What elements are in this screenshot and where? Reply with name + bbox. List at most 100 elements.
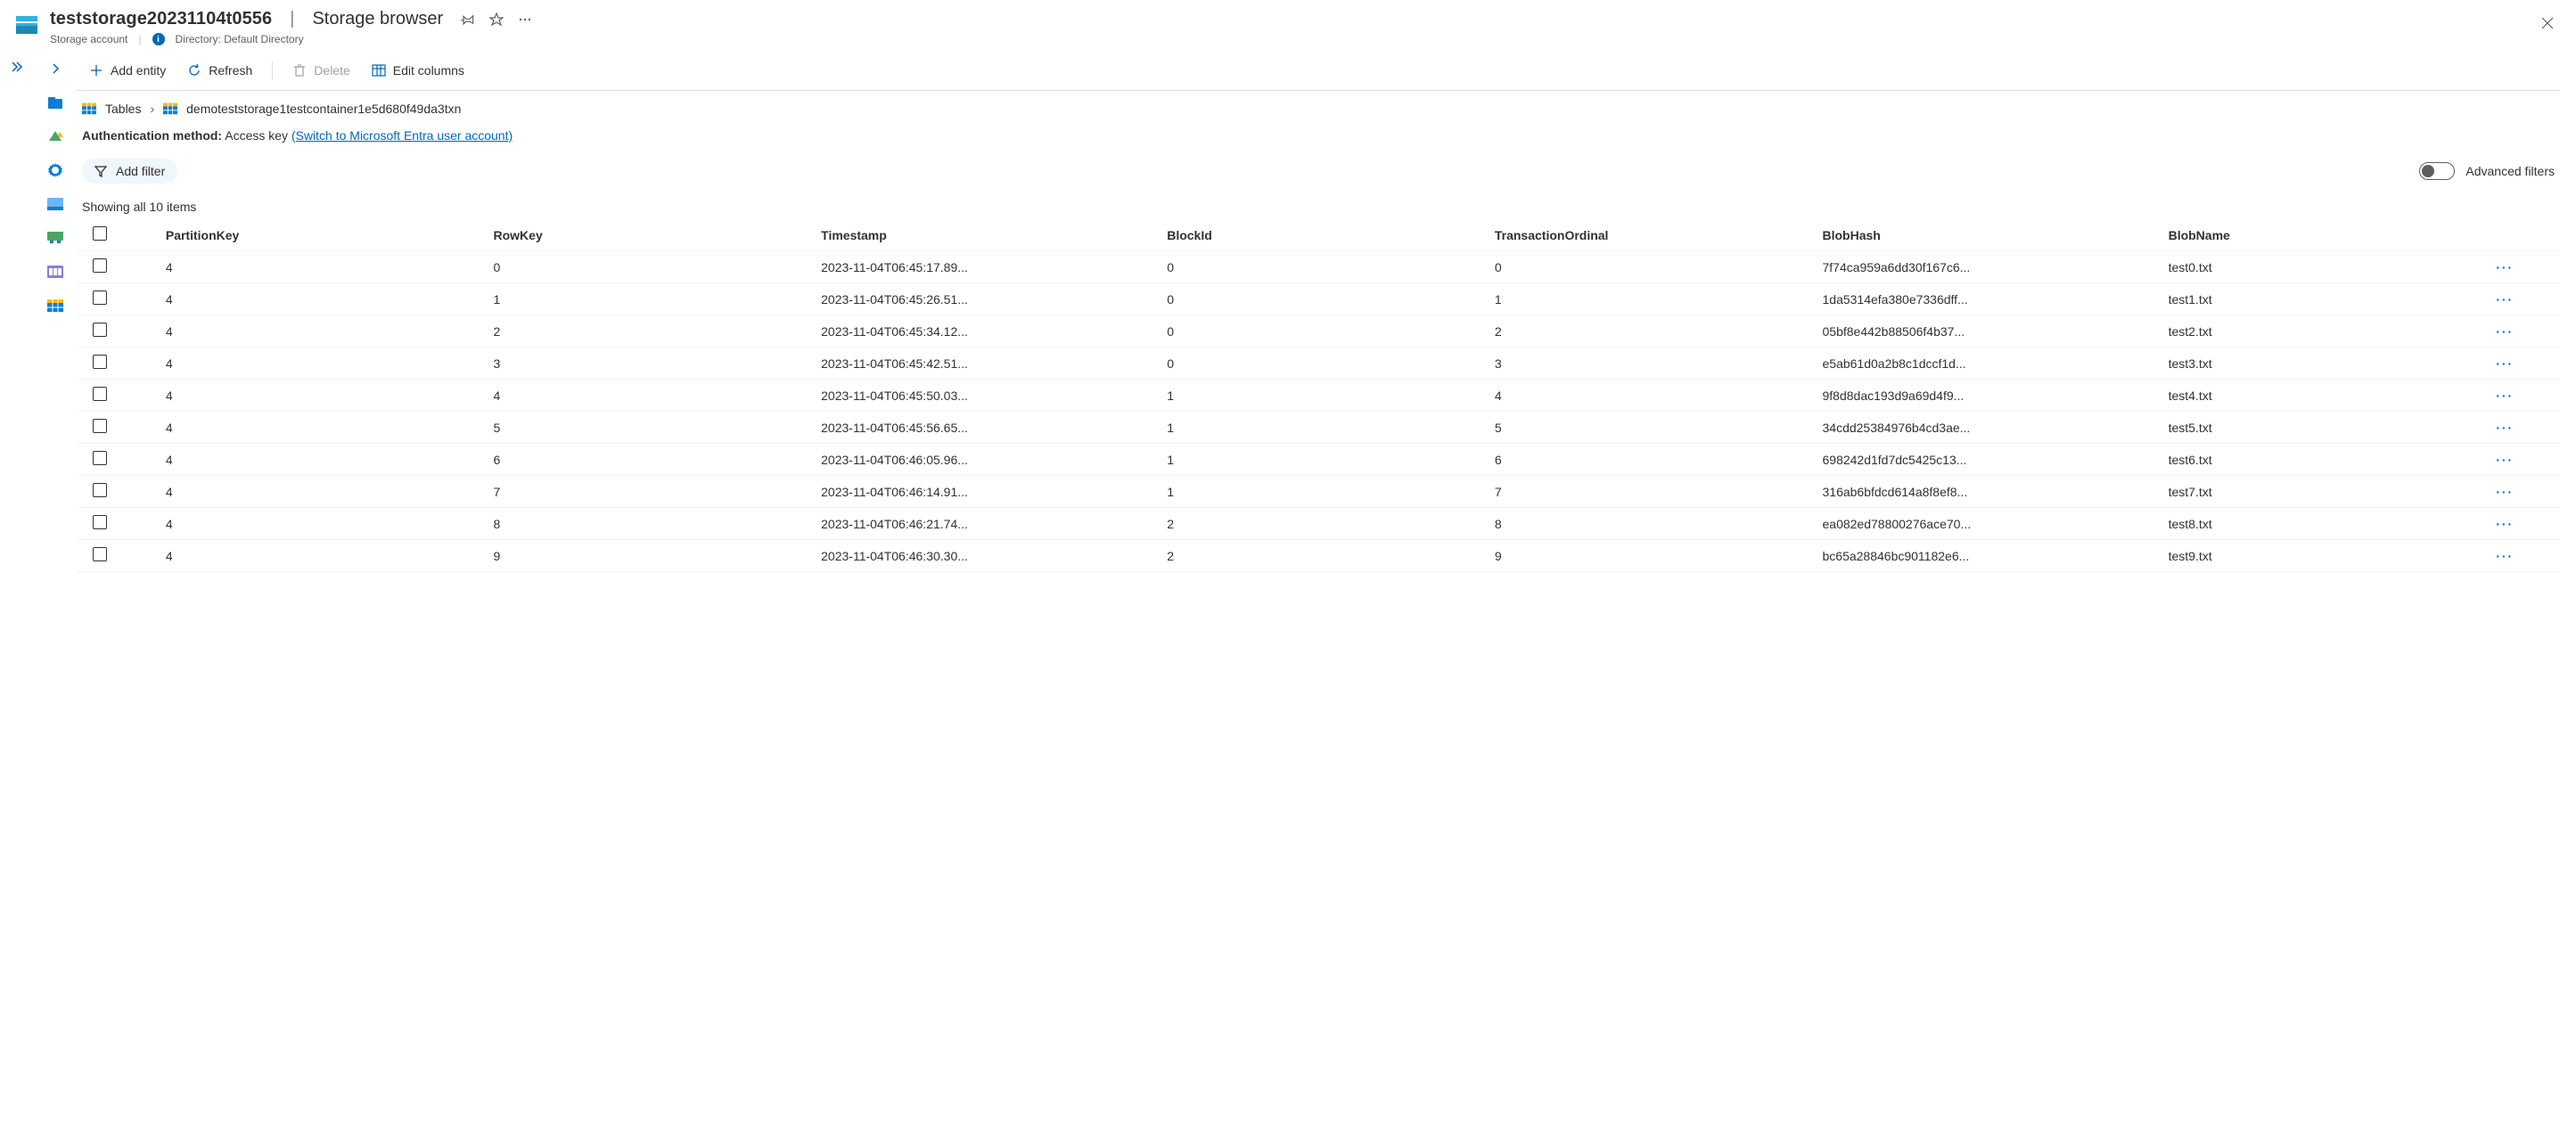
cell-rowkey: 7	[485, 476, 813, 508]
row-menu-icon[interactable]: ···	[2496, 517, 2514, 531]
row-menu-icon[interactable]: ···	[2496, 260, 2514, 274]
row-menu-icon[interactable]: ···	[2496, 324, 2514, 339]
cell-partitionkey: 4	[157, 540, 485, 572]
add-filter-button[interactable]: Add filter	[82, 159, 177, 184]
cell-partitionkey: 4	[157, 444, 485, 476]
row-checkbox[interactable]	[93, 419, 107, 433]
table-row[interactable]: 412023-11-04T06:45:26.51...011da5314efa3…	[77, 283, 2560, 315]
breadcrumb-current: demoteststorage1testcontainer1e5d680f49d…	[186, 102, 461, 116]
advanced-filters-toggle[interactable]	[2419, 162, 2455, 180]
cell-transactionordinal: 9	[1486, 540, 1814, 572]
sidebar-table-icon[interactable]	[46, 297, 64, 315]
pin-icon[interactable]	[461, 12, 475, 27]
toolbar-separator	[272, 61, 273, 79]
add-entity-button[interactable]: Add entity	[82, 60, 173, 81]
sidebar-queue-icon[interactable]	[46, 263, 64, 281]
table-row[interactable]: 462023-11-04T06:46:05.96...16698242d1fd7…	[77, 444, 2560, 476]
cell-blobname: test1.txt	[2160, 283, 2488, 315]
sidebar-fileshare-icon[interactable]	[46, 229, 64, 247]
cell-timestamp: 2023-11-04T06:45:50.03...	[812, 380, 1158, 412]
row-menu-icon[interactable]: ···	[2496, 356, 2514, 371]
cell-timestamp: 2023-11-04T06:45:34.12...	[812, 315, 1158, 348]
row-menu-icon[interactable]: ···	[2496, 549, 2514, 563]
cell-blockid: 0	[1158, 315, 1486, 348]
row-checkbox[interactable]	[93, 387, 107, 401]
auth-switch-link[interactable]: (Switch to Microsoft Entra user account)	[291, 128, 513, 143]
cell-timestamp: 2023-11-04T06:46:14.91...	[812, 476, 1158, 508]
row-checkbox[interactable]	[93, 451, 107, 465]
favorite-icon[interactable]	[489, 12, 504, 27]
cell-blobhash: 05bf8e442b88506f4b37...	[1814, 315, 2160, 348]
add-entity-label: Add entity	[111, 63, 166, 78]
row-menu-icon[interactable]: ···	[2496, 292, 2514, 307]
sidebar-favorites-icon[interactable]	[46, 94, 64, 111]
cell-blobname: test9.txt	[2160, 540, 2488, 572]
row-checkbox[interactable]	[93, 547, 107, 561]
row-checkbox[interactable]	[93, 515, 107, 529]
sidebar-expand[interactable]	[46, 60, 64, 78]
column-header[interactable]: RowKey	[485, 219, 813, 251]
cell-timestamp: 2023-11-04T06:46:05.96...	[812, 444, 1158, 476]
resource-name: teststorage20231104t0556	[50, 9, 272, 29]
row-checkbox[interactable]	[93, 290, 107, 305]
column-header[interactable]: BlockId	[1158, 219, 1486, 251]
sidebar-blob-icon[interactable]	[46, 195, 64, 213]
row-menu-icon[interactable]: ···	[2496, 389, 2514, 403]
cell-blobhash: e5ab61d0a2b8c1dccf1d...	[1814, 348, 2160, 380]
row-checkbox[interactable]	[93, 258, 107, 273]
cell-partitionkey: 4	[157, 251, 485, 283]
cell-rowkey: 6	[485, 444, 813, 476]
cell-rowkey: 9	[485, 540, 813, 572]
expand-chevrons-icon[interactable]	[10, 60, 24, 572]
row-checkbox[interactable]	[93, 355, 107, 369]
cell-blobhash: bc65a28846bc901182e6...	[1814, 540, 2160, 572]
auth-method-label: Authentication method:	[82, 128, 222, 143]
sidebar-settings-icon[interactable]	[46, 161, 64, 179]
cell-timestamp: 2023-11-04T06:46:30.30...	[812, 540, 1158, 572]
info-icon: i	[152, 33, 165, 45]
table-row[interactable]: 482023-11-04T06:46:21.74...28ea082ed7880…	[77, 508, 2560, 540]
cell-blobname: test0.txt	[2160, 251, 2488, 283]
table-row[interactable]: 432023-11-04T06:45:42.51...03e5ab61d0a2b…	[77, 348, 2560, 380]
row-checkbox[interactable]	[93, 323, 107, 337]
column-header[interactable]: PartitionKey	[157, 219, 485, 251]
breadcrumb-tables[interactable]: Tables	[105, 102, 141, 116]
select-all-checkbox[interactable]	[93, 226, 107, 241]
cell-blockid: 2	[1158, 540, 1486, 572]
cell-blobname: test2.txt	[2160, 315, 2488, 348]
table-row[interactable]: 442023-11-04T06:45:50.03...149f8d8dac193…	[77, 380, 2560, 412]
table-row[interactable]: 472023-11-04T06:46:14.91...17316ab6bfdcd…	[77, 476, 2560, 508]
cell-rowkey: 8	[485, 508, 813, 540]
cell-transactionordinal: 6	[1486, 444, 1814, 476]
title-separator: |	[290, 9, 294, 29]
cell-blobhash: 34cdd25384976b4cd3ae...	[1814, 412, 2160, 444]
row-menu-icon[interactable]: ···	[2496, 421, 2514, 435]
cell-blockid: 0	[1158, 348, 1486, 380]
column-header[interactable]: BlobHash	[1814, 219, 2160, 251]
column-header[interactable]: Timestamp	[812, 219, 1158, 251]
edit-columns-button[interactable]: Edit columns	[365, 60, 472, 81]
row-menu-icon[interactable]: ···	[2496, 485, 2514, 499]
refresh-button[interactable]: Refresh	[180, 60, 259, 81]
sidebar-recent-icon[interactable]	[46, 127, 64, 145]
column-header[interactable]: BlobName	[2160, 219, 2488, 251]
table-row[interactable]: 422023-11-04T06:45:34.12...0205bf8e442b8…	[77, 315, 2560, 348]
table-row[interactable]: 402023-11-04T06:45:17.89...007f74ca959a6…	[77, 251, 2560, 283]
close-button[interactable]	[2537, 12, 2558, 34]
cell-transactionordinal: 0	[1486, 251, 1814, 283]
column-header[interactable]: TransactionOrdinal	[1486, 219, 1814, 251]
cell-blockid: 0	[1158, 251, 1486, 283]
table-row[interactable]: 492023-11-04T06:46:30.30...29bc65a28846b…	[77, 540, 2560, 572]
filter-icon	[94, 165, 107, 177]
row-checkbox[interactable]	[93, 483, 107, 497]
cell-rowkey: 3	[485, 348, 813, 380]
delete-label: Delete	[314, 63, 349, 78]
table-icon	[82, 102, 96, 115]
cell-blobhash: ea082ed78800276ace70...	[1814, 508, 2160, 540]
row-menu-icon[interactable]: ···	[2496, 453, 2514, 467]
resource-type: Storage account	[50, 33, 127, 45]
more-icon[interactable]	[518, 12, 532, 27]
table-row[interactable]: 452023-11-04T06:45:56.65...1534cdd253849…	[77, 412, 2560, 444]
cell-blobname: test6.txt	[2160, 444, 2488, 476]
cell-blockid: 2	[1158, 508, 1486, 540]
